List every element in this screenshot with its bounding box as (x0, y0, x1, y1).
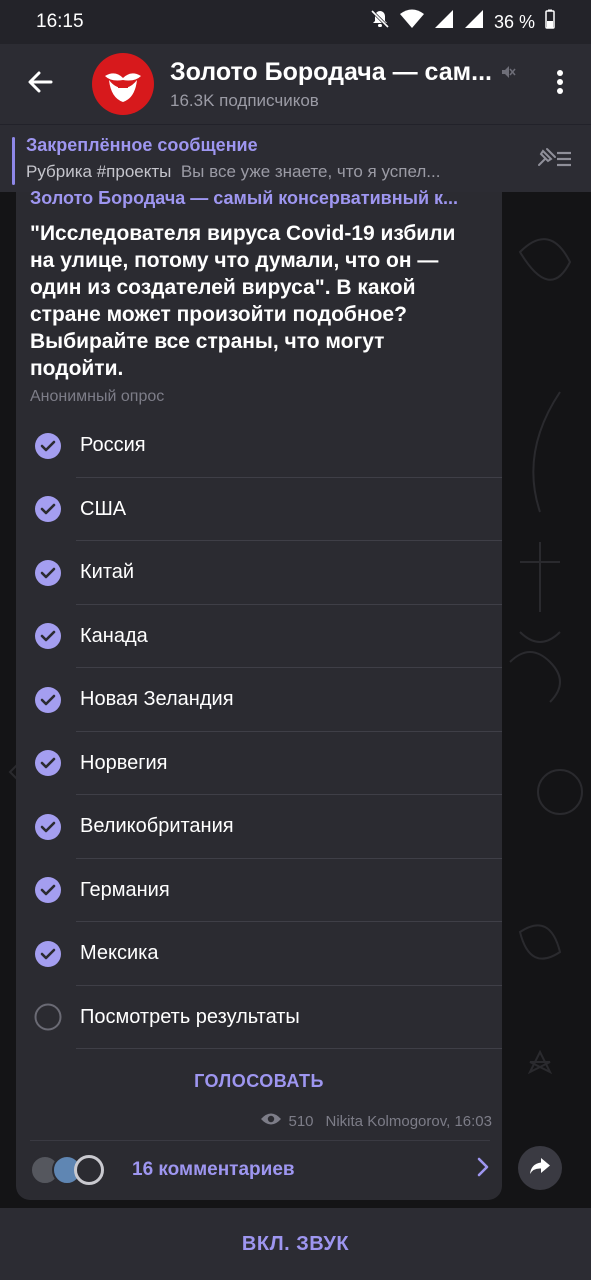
pinned-text: Вы все уже знаете, что я успел... (180, 162, 441, 181)
poll-option[interactable]: Россия (16, 414, 502, 478)
checkbox-unchecked-icon (16, 1003, 80, 1031)
avatar (74, 1154, 104, 1185)
battery-icon (545, 9, 555, 35)
message-signature: Nikita Kolmogorov, 16:03 (325, 1112, 492, 1130)
comments-count: 16 комментариев (132, 1158, 295, 1180)
checkbox-checked-icon (16, 813, 80, 841)
unmute-button[interactable]: ВКЛ. ЗВУК (0, 1208, 591, 1280)
channel-avatar[interactable] (92, 53, 154, 115)
pinned-preview: Рубрика #проекты Вы все уже знаете, что … (26, 162, 521, 182)
poll-question: "Исследователя вируса Covid-19 избили на… (30, 222, 456, 380)
poll-option-label: Канада (80, 624, 148, 647)
poll-option[interactable]: Мексика (16, 922, 502, 986)
pinned-list-button[interactable] (535, 145, 573, 176)
poll-option[interactable]: Канада (16, 605, 502, 668)
pinned-indicator (12, 137, 15, 185)
comments-row[interactable]: 16 комментариев (30, 1140, 490, 1198)
subscriber-count: 16.3K подписчиков (170, 90, 319, 110)
poll-option-label: Германия (80, 878, 170, 901)
divider (76, 1048, 502, 1049)
more-menu-button[interactable] (529, 44, 591, 124)
pin-list-icon (535, 148, 573, 175)
share-button[interactable] (518, 1146, 562, 1190)
poll-options: Россия США Китай Канада Новая Зеландия Н… (16, 414, 502, 1049)
poll-option-label: Китай (80, 561, 135, 584)
poll-type: Анонимный опрос (30, 388, 165, 405)
more-vertical-icon (556, 69, 564, 100)
poll-option[interactable]: Китай (16, 541, 502, 605)
poll-option-label: Посмотреть результаты (80, 1005, 300, 1028)
pinned-title: Закреплённое сообщение (26, 135, 258, 155)
poll-option-label: США (80, 497, 127, 520)
checkbox-checked-icon (16, 432, 80, 460)
share-arrow-icon (529, 1157, 551, 1180)
wifi-icon (399, 9, 424, 35)
vote-button[interactable]: ГОЛОСОВАТЬ (16, 1058, 502, 1104)
muted-bell-icon (370, 9, 390, 35)
channel-info[interactable]: Золото Бородача — сам... 16.3K подписчик… (170, 58, 529, 111)
chevron-right-icon (476, 1157, 490, 1182)
arrow-left-icon (27, 71, 53, 98)
signal-icon-2 (464, 9, 484, 35)
poll-option[interactable]: США (16, 478, 502, 541)
poll-option[interactable]: Германия (16, 859, 502, 922)
channel-title: Золото Бородача — сам... (170, 57, 492, 86)
signal-icon (434, 9, 454, 35)
status-icons: 36 % (370, 9, 555, 35)
muted-icon (500, 58, 516, 87)
checkbox-checked-icon (16, 749, 80, 777)
checkbox-checked-icon (16, 686, 80, 714)
status-bar: 16:15 36 % (0, 0, 591, 44)
poll-option-label: Мексика (80, 942, 159, 965)
battery-percent: 36 % (493, 11, 535, 32)
back-button[interactable] (0, 44, 80, 124)
checkbox-checked-icon (16, 495, 80, 523)
poll-option-label: Великобритания (80, 815, 234, 838)
chat-header: Золото Бородача — сам... 16.3K подписчик… (0, 44, 591, 124)
eye-icon (260, 1112, 282, 1130)
commenter-avatars (30, 1154, 120, 1185)
checkbox-checked-icon (16, 876, 80, 904)
checkbox-checked-icon (16, 559, 80, 587)
poll-option-label: Новая Зеландия (80, 688, 234, 711)
pinned-message[interactable]: Закреплённое сообщение Рубрика #проекты … (0, 124, 591, 192)
poll-option[interactable]: Новая Зеландия (16, 668, 502, 732)
poll-option-view-results[interactable]: Посмотреть результаты (16, 986, 502, 1049)
message-author[interactable]: Золото Бородача — самый консервативный к… (30, 188, 490, 208)
status-time: 16:15 (36, 11, 84, 32)
checkbox-checked-icon (16, 622, 80, 650)
poll-option-label: Норвегия (80, 751, 168, 774)
view-count: 510 (288, 1112, 314, 1130)
message-meta: 510 Nikita Kolmogorov, 16:03 (260, 1112, 492, 1130)
poll-option[interactable]: Великобритания (16, 795, 502, 859)
poll-option[interactable]: Норвегия (16, 732, 502, 795)
poll-option-label: Россия (80, 434, 146, 457)
checkbox-checked-icon (16, 940, 80, 968)
pinned-tag: Рубрика #проекты (26, 162, 172, 181)
